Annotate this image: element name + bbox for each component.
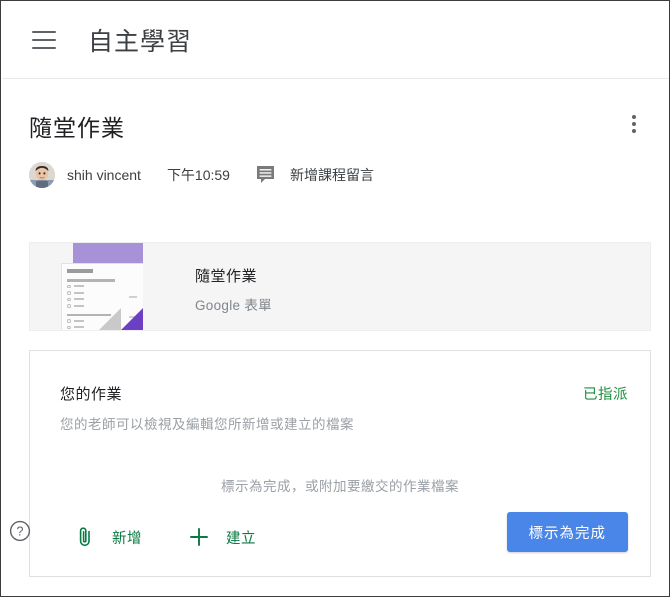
- attachment-details: 隨堂作業 Google 表單: [143, 243, 650, 330]
- your-work-header: 您的作業 已指派: [60, 383, 628, 404]
- add-class-comment-label[interactable]: 新增課程留言: [290, 165, 374, 185]
- page-title: 自主學習: [88, 28, 193, 56]
- paperclip-icon: [74, 526, 96, 548]
- your-work-card: 您的作業 已指派 您的老師可以檢視及編輯您所新增或建立的檔案 標示為完成，或附加…: [9, 350, 651, 577]
- add-attachment-button[interactable]: 新增: [74, 526, 142, 548]
- app-bar: 自主學習: [2, 2, 669, 79]
- assignment-title: 隨堂作業: [29, 115, 125, 141]
- attachment-card[interactable]: 隨堂作業 Google 表單: [29, 242, 651, 331]
- avatar: [29, 162, 55, 188]
- create-button[interactable]: 建立: [188, 526, 256, 548]
- post-time: 下午10:59: [166, 167, 230, 183]
- google-forms-thumbnail: [30, 243, 143, 330]
- comment-icon[interactable]: [256, 164, 278, 186]
- app-window: 自主學習 隨堂作業 shih vincent 下午10:59 新增課程留言 隨堂…: [0, 0, 670, 597]
- work-action-row: ? 新增 建立 標示為完成: [9, 498, 650, 576]
- author-name: shih vincent: [67, 167, 141, 183]
- attachment-subtitle: Google 表單: [195, 298, 272, 313]
- status-badge: 已指派: [583, 387, 628, 403]
- svg-text:?: ?: [17, 525, 24, 539]
- create-label: 建立: [226, 530, 256, 547]
- your-work-title: 您的作業: [60, 386, 123, 403]
- hamburger-menu-icon[interactable]: [32, 31, 56, 49]
- your-work-subtitle: 您的老師可以檢視及編輯您所新增或建立的檔案: [60, 417, 354, 432]
- more-vert-icon[interactable]: [621, 109, 647, 139]
- attachment-title: 隨堂作業: [195, 268, 258, 285]
- add-attachment-label: 新增: [112, 530, 142, 547]
- your-work-hint: 標示為完成，或附加要繳交的作業檔案: [221, 479, 459, 494]
- plus-icon: [188, 526, 210, 548]
- help-circle-icon[interactable]: ?: [9, 520, 31, 542]
- assignment-meta-row: shih vincent 下午10:59 新增課程留言: [29, 161, 374, 189]
- mark-as-done-button[interactable]: 標示為完成: [506, 512, 628, 552]
